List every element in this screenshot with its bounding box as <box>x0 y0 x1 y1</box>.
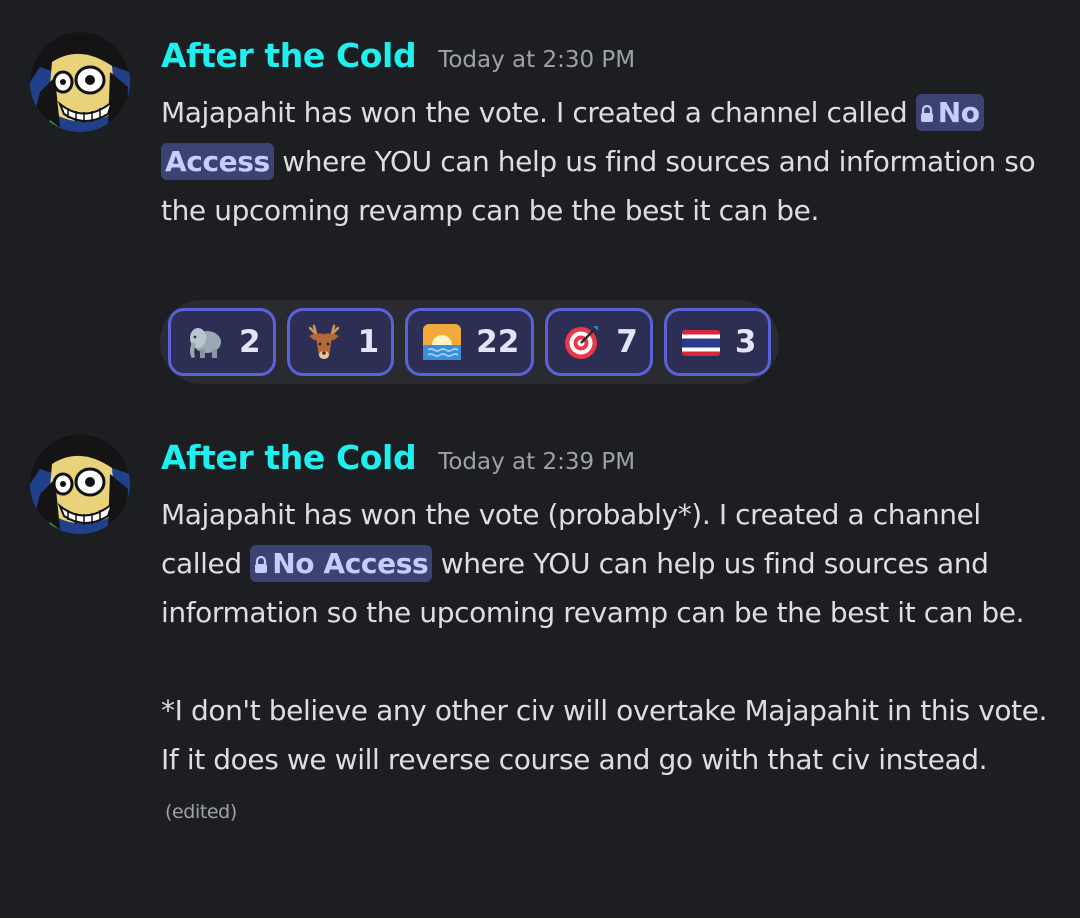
reaction-count: 1 <box>357 324 380 360</box>
reaction-count: 22 <box>476 324 520 360</box>
message-text: Majapahit has won the vote. I created a … <box>161 88 1052 235</box>
message-header: After the Cold Today at 2:30 PM <box>161 36 1052 88</box>
message-header: After the Cold Today at 2:39 PM <box>161 438 1052 490</box>
thailand-flag-icon <box>681 330 720 356</box>
message-footnote: *I don't believe any other civ will over… <box>161 686 1052 837</box>
username[interactable]: After the Cold <box>161 438 417 477</box>
username[interactable]: After the Cold <box>161 36 417 75</box>
reaction-count: 2 <box>239 324 261 360</box>
footnote-text: *I don't believe any other civ will over… <box>161 694 1048 776</box>
reaction-count: 7 <box>616 324 638 360</box>
reaction-count: 3 <box>734 324 757 360</box>
avatar[interactable] <box>30 434 130 534</box>
message-content: After the Cold Today at 2:30 PM Majapahi… <box>161 36 1052 235</box>
channel-mention[interactable]: No Access <box>250 545 433 582</box>
deer-icon <box>308 324 339 359</box>
reactions-bar: 2 1 22 7 3 <box>160 300 780 384</box>
avatar[interactable] <box>30 32 130 132</box>
reaction-elephant[interactable]: 2 <box>168 308 276 376</box>
message-text-part: where YOU can help us find sources and i… <box>161 145 1036 227</box>
avatar-image <box>30 32 130 132</box>
reaction-deer[interactable]: 1 <box>286 308 395 376</box>
timestamp[interactable]: Today at 2:30 PM <box>438 47 635 73</box>
message-text-part: Majapahit has won the vote. I created a … <box>161 96 916 129</box>
bullseye-icon <box>565 326 599 359</box>
timestamp[interactable]: Today at 2:39 PM <box>438 449 635 475</box>
message-content: After the Cold Today at 2:39 PM Majapahi… <box>161 438 1052 837</box>
reaction-sunrise[interactable]: 22 <box>405 308 535 376</box>
reaction-thailand-flag[interactable]: 3 <box>663 308 772 376</box>
channel-name: No Access <box>272 547 429 580</box>
edited-label: (edited) <box>165 801 237 823</box>
lock-icon <box>920 105 933 122</box>
sunrise-over-water-icon <box>423 324 462 360</box>
elephant-icon <box>190 328 221 358</box>
chat-message-list: After the Cold Today at 2:30 PM Majapahi… <box>0 0 1080 918</box>
reaction-target[interactable]: 7 <box>545 308 653 376</box>
avatar-image <box>30 434 130 534</box>
lock-icon <box>255 556 268 573</box>
message-text: Majapahit has won the vote (probably*). … <box>161 490 1052 637</box>
